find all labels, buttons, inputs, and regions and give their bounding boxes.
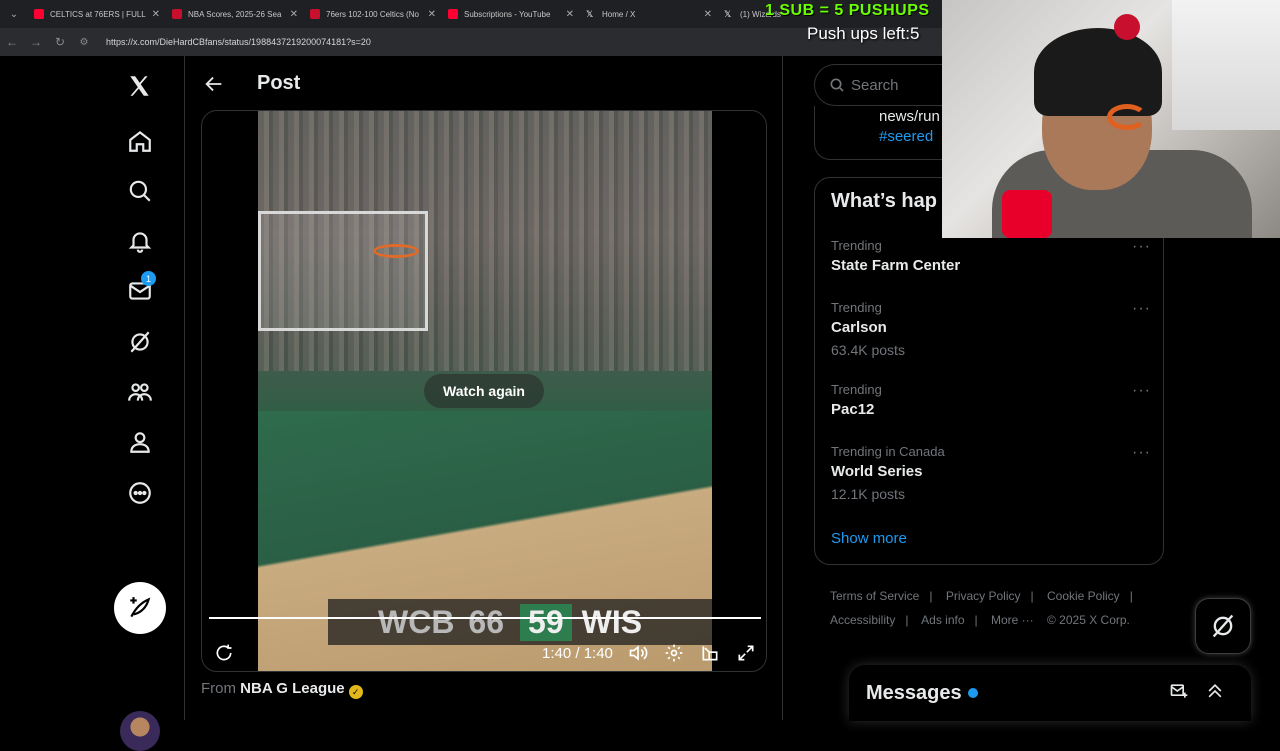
news-text: news/run bbox=[879, 108, 940, 125]
left-navigation: 1 bbox=[0, 56, 185, 751]
hoop-rim bbox=[373, 244, 419, 258]
close-tab-icon[interactable]: ✕ bbox=[566, 9, 574, 20]
more-options-icon[interactable]: ··· bbox=[1132, 300, 1151, 318]
pushups-left-counter: Push ups left:5 bbox=[807, 24, 920, 43]
x-logo-icon[interactable] bbox=[120, 66, 160, 106]
search-icon bbox=[830, 78, 844, 92]
post-header: Post bbox=[185, 56, 783, 112]
compose-post-button[interactable] bbox=[114, 582, 166, 634]
volume-icon[interactable] bbox=[626, 641, 650, 665]
home-icon[interactable] bbox=[120, 121, 160, 161]
site-settings-icon[interactable]: ⚙ bbox=[72, 37, 96, 48]
browser-tab[interactable]: 𝕏 Home / X ✕ bbox=[580, 2, 718, 26]
watch-again-button[interactable]: Watch again bbox=[424, 374, 544, 408]
url-field[interactable]: https://x.com/DieHardCBfans/status/19884… bbox=[106, 37, 371, 47]
video-controls: 1:40 / 1:40 bbox=[202, 635, 766, 671]
trend-item[interactable]: Trending Pac12 ··· bbox=[831, 382, 1151, 418]
more-options-icon[interactable]: ··· bbox=[1132, 382, 1151, 400]
trends-heading: What’s hap bbox=[831, 190, 937, 212]
page-title: Post bbox=[257, 72, 301, 94]
close-tab-icon[interactable]: ✕ bbox=[152, 9, 160, 20]
more-options-icon[interactable]: ··· bbox=[1132, 238, 1151, 256]
copyright-text: © 2025 X Corp. bbox=[1047, 613, 1130, 627]
grok-floating-button[interactable] bbox=[1195, 598, 1251, 654]
unread-dot bbox=[967, 688, 978, 698]
trend-item[interactable]: Trending in Canada World Series 12.1K po… bbox=[831, 444, 1151, 502]
show-more-link[interactable]: Show more bbox=[831, 530, 907, 547]
trend-item[interactable]: Trending Carlson 63.4K posts ··· bbox=[831, 300, 1151, 358]
profile-person-icon[interactable] bbox=[120, 422, 160, 462]
grok-icon bbox=[1212, 614, 1234, 638]
trend-item[interactable]: Trending State Farm Center ··· bbox=[831, 238, 1151, 274]
picture-in-picture-icon[interactable] bbox=[698, 641, 722, 665]
back-arrow-icon[interactable] bbox=[203, 73, 225, 100]
terms-link[interactable]: Terms of Service bbox=[830, 589, 919, 603]
back-arrow-icon[interactable]: ← bbox=[0, 35, 24, 49]
news-hashtag[interactable]: #seered bbox=[879, 128, 933, 145]
bears-logo-icon bbox=[1107, 104, 1147, 130]
backboard bbox=[258, 211, 428, 331]
youtube-favicon-icon bbox=[448, 9, 458, 19]
tab-list-chevron-icon[interactable]: ⌄ bbox=[0, 0, 28, 28]
close-tab-icon[interactable]: ✕ bbox=[704, 9, 712, 20]
reload-icon[interactable]: ↻ bbox=[48, 35, 72, 49]
forward-arrow-icon[interactable]: → bbox=[24, 35, 48, 49]
new-message-icon[interactable] bbox=[1169, 681, 1191, 703]
video-timecode: 1:40 / 1:40 bbox=[542, 645, 613, 662]
replay-icon[interactable] bbox=[212, 641, 236, 665]
messages-envelope-icon[interactable]: 1 bbox=[120, 271, 160, 311]
video-progress-bar[interactable] bbox=[209, 617, 761, 619]
ads-info-link[interactable]: Ads info bbox=[921, 613, 964, 627]
youtube-favicon-icon bbox=[34, 9, 44, 19]
source-account-link[interactable]: NBA G League bbox=[240, 680, 344, 697]
more-link[interactable]: More ··· bbox=[991, 613, 1034, 627]
close-tab-icon[interactable]: ✕ bbox=[428, 9, 436, 20]
browser-tab[interactable]: Subscriptions - YouTube ✕ bbox=[442, 2, 580, 26]
accessibility-link[interactable]: Accessibility bbox=[830, 613, 895, 627]
browser-tab[interactable]: 76ers 102-100 Celtics (No ✕ bbox=[304, 2, 442, 26]
red-cap-object bbox=[1114, 14, 1140, 40]
grok-icon[interactable] bbox=[120, 322, 160, 362]
x-favicon-icon: 𝕏 bbox=[724, 9, 732, 19]
espn-favicon-icon bbox=[310, 9, 320, 19]
verified-badge-icon: ✓ bbox=[348, 685, 363, 699]
expand-chevron-up-icon[interactable] bbox=[1205, 681, 1227, 703]
notifications-bell-icon[interactable] bbox=[120, 221, 160, 261]
beanie-hat bbox=[1034, 28, 1162, 116]
fullscreen-icon[interactable] bbox=[734, 641, 758, 665]
window-background bbox=[1172, 0, 1280, 130]
webcam-overlay bbox=[942, 0, 1280, 238]
account-avatar[interactable] bbox=[120, 711, 160, 751]
more-options-icon[interactable]: ··· bbox=[1132, 444, 1151, 462]
close-tab-icon[interactable]: ✕ bbox=[290, 9, 298, 20]
search-placeholder: Search bbox=[851, 76, 899, 94]
sub-pushups-banner: 1 SUB = 5 PUSHUPS bbox=[765, 2, 930, 19]
red-object bbox=[1002, 190, 1052, 238]
video-source-attribution: From NBA G League ✓ bbox=[201, 680, 363, 699]
more-options-circle-icon[interactable] bbox=[120, 473, 160, 513]
messages-title: Messages bbox=[866, 681, 962, 704]
x-favicon-icon: 𝕏 bbox=[586, 9, 594, 19]
browser-tab[interactable]: NBA Scores, 2025-26 Sea ✕ bbox=[166, 2, 304, 26]
footer-links: Terms of Service | Privacy Policy | Cookie… bbox=[830, 589, 1133, 627]
cookie-link[interactable]: Cookie Policy bbox=[1047, 589, 1120, 603]
video-player[interactable]: WCB 66 59 WIS Watch again 1:40 / 1:40 bbox=[201, 110, 767, 672]
communities-icon[interactable] bbox=[120, 372, 160, 412]
feather-compose-icon bbox=[130, 597, 151, 618]
settings-gear-icon[interactable] bbox=[662, 641, 686, 665]
espn-favicon-icon bbox=[172, 9, 182, 19]
privacy-link[interactable]: Privacy Policy bbox=[946, 589, 1021, 603]
main-column: Post WCB 66 59 WIS Watch again 1:40 / 1:… bbox=[185, 56, 783, 720]
explore-search-icon[interactable] bbox=[120, 171, 160, 211]
browser-tab[interactable]: CELTICS at 76ERS | FULL G ✕ bbox=[28, 2, 166, 26]
notification-count-badge: 1 bbox=[141, 271, 156, 286]
messages-drawer[interactable]: Messages bbox=[849, 665, 1251, 721]
